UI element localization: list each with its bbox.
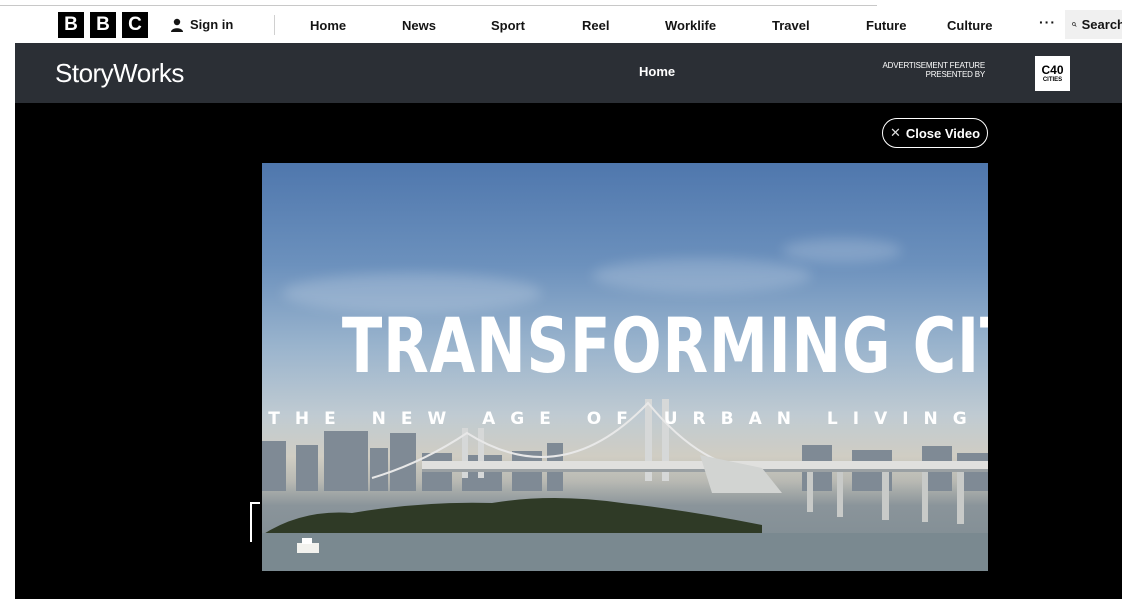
nav-item-worklife[interactable]: Worklife [665,18,716,33]
bbc-global-nav: B B C Sign in Home News Sport Reel Workl… [15,6,1122,43]
ad-feature-line2: PRESENTED BY [925,70,986,79]
nav-item-reel[interactable]: Reel [582,18,609,33]
nav-item-sport[interactable]: Sport [491,18,525,33]
more-icon[interactable]: ··· [1039,14,1056,30]
bbc-logo-letter-b2: B [90,12,116,38]
video-headline: TRANSFORMING CITIES [341,301,988,390]
player-corner-marker [250,502,260,542]
nav-item-culture[interactable]: Culture [947,18,993,33]
nav-item-travel[interactable]: Travel [772,18,810,33]
bbc-logo[interactable]: B B C [58,12,148,38]
close-video-button[interactable]: ✕ Close Video [882,118,988,148]
storyworks-logo[interactable]: StoryWorks [55,58,184,89]
search-button[interactable]: Search [1065,10,1122,39]
ad-feature-line1: ADVERTISEMENT FEATURE [882,61,986,70]
nav-item-home[interactable]: Home [310,18,346,33]
bbc-logo-letter-b1: B [58,12,84,38]
storyworks-home-link[interactable]: Home [639,64,675,79]
sign-in-label: Sign in [190,17,234,32]
video-overlay: ✕ Close Video TRANSFORMING CI THE NEW AG… [15,103,1122,599]
sign-in-link[interactable]: Sign in [170,17,233,32]
video-player[interactable]: TRANSFORMING CITIES THE NEW AGE OF URBAN… [262,163,988,571]
c40-cities-logo[interactable]: C40 CITIES [1035,56,1070,91]
advertisement-feature-label: ADVERTISEMENT FEATURE PRESENTED BY [870,61,986,79]
video-subheadline: THE NEW AGE OF URBAN LIVING [268,409,982,429]
nav-item-future[interactable]: Future [866,18,906,33]
c40-logo-main: C40 [1041,63,1064,77]
c40-logo-sub: CITIES [1042,77,1063,83]
close-icon: ✕ [889,125,901,140]
bbc-logo-letter-c: C [122,12,148,38]
nav-item-news[interactable]: News [402,18,436,33]
storyworks-bar: StoryWorks Home ADVERTISEMENT FEATURE PR… [15,43,1122,103]
search-label: Search [1081,17,1122,32]
nav-divider [274,15,275,35]
search-icon [1072,22,1077,27]
close-video-label: Close Video [905,125,981,141]
person-icon [171,18,183,32]
